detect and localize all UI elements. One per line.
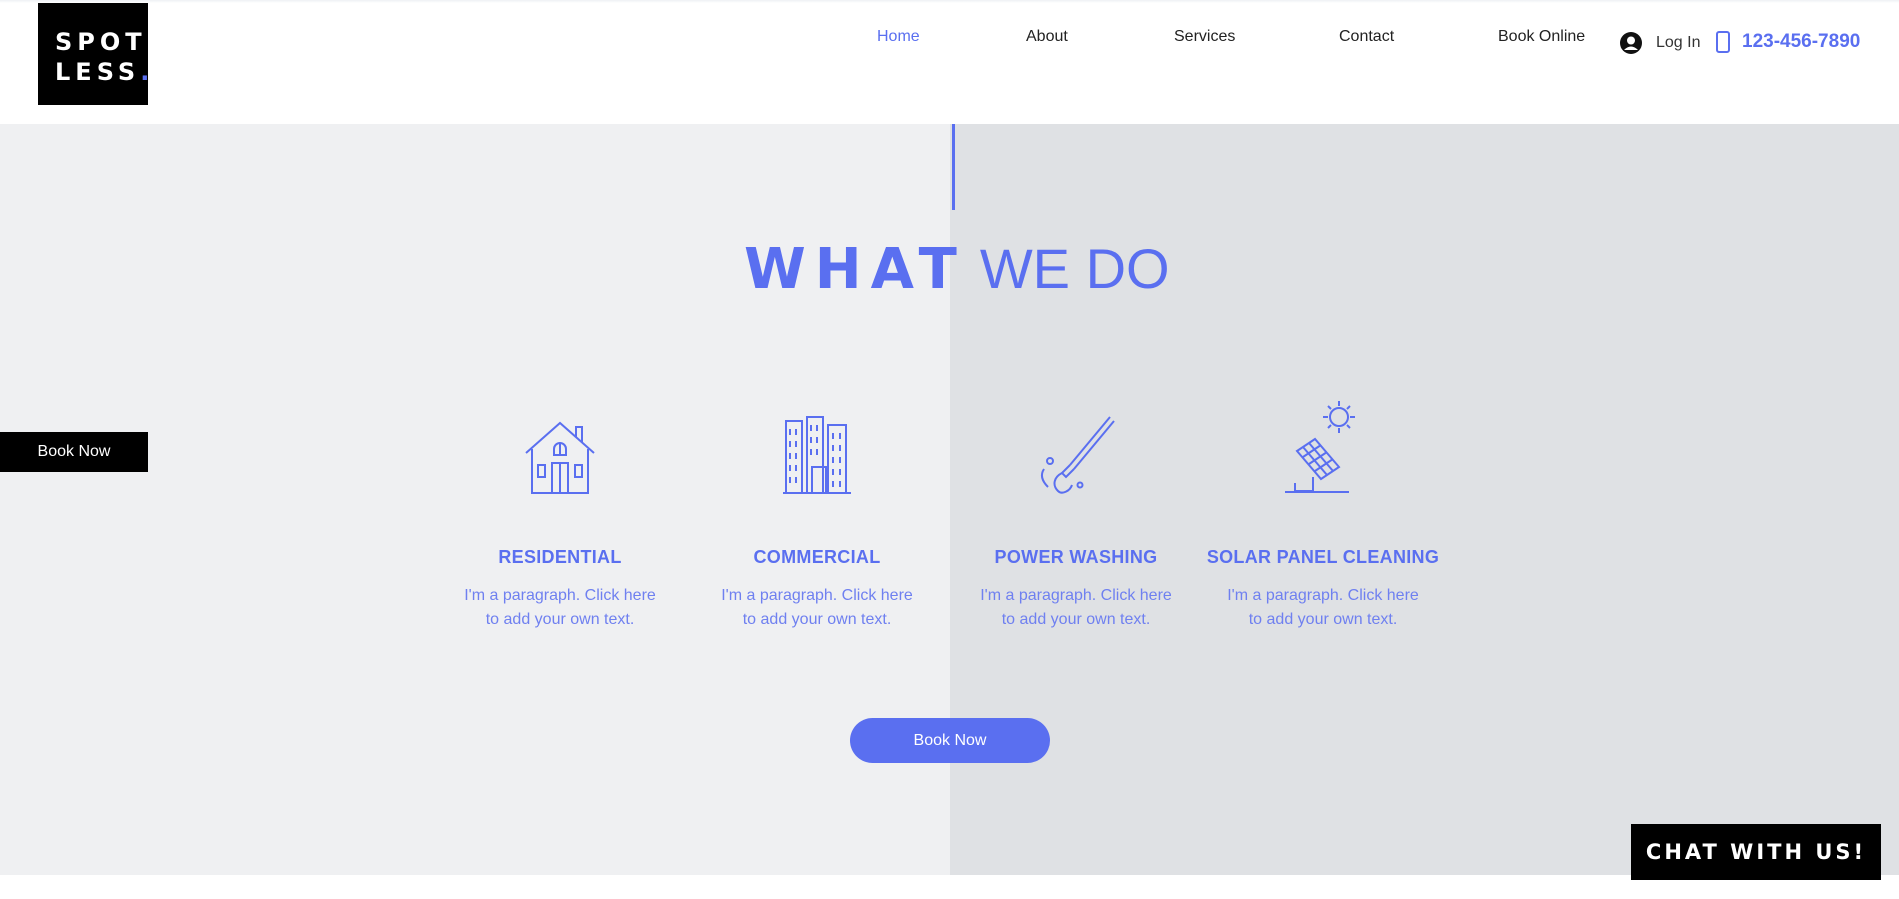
service-commercial[interactable]: COMMERCIAL I'm a paragraph. Click here t… [687, 395, 947, 632]
logo-line-2: LESS [55, 58, 141, 86]
power-washer-icon [1040, 416, 1115, 494]
nav-home[interactable]: Home [877, 28, 920, 46]
service-name: SOLAR PANEL CLEANING [1206, 547, 1440, 567]
login-label: Log In [1656, 34, 1701, 51]
logo-line-1: SPOT [55, 28, 147, 56]
buildings-icon [783, 416, 851, 494]
nav-contact[interactable]: Contact [1339, 28, 1394, 46]
book-now-side-button[interactable]: Book Now [0, 432, 148, 472]
service-description-line: to add your own text. [742, 611, 892, 628]
chat-with-us-button[interactable]: CHAT WITH US! [1631, 824, 1881, 880]
service-description: I'm a paragraph. Click here to add your … [946, 584, 1206, 632]
logo-dot: . [140, 58, 155, 86]
service-name: RESIDENTIAL [498, 547, 622, 567]
book-now-button[interactable]: Book Now [850, 718, 1050, 763]
service-description-line: I'm a paragraph. Click here [464, 587, 656, 604]
service-description: I'm a paragraph. Click here to add your … [687, 584, 947, 632]
service-name: COMMERCIAL [753, 547, 881, 567]
header-shadow [0, 0, 1899, 3]
service-name: POWER WASHING [994, 547, 1158, 567]
phone-icon [1716, 31, 1730, 53]
service-description-line: I'm a paragraph. Click here [980, 587, 1172, 604]
service-description-line: I'm a paragraph. Click here [721, 587, 913, 604]
house-icon [525, 421, 595, 494]
service-description-line: to add your own text. [485, 611, 635, 628]
service-description-line: to add your own text. [1001, 611, 1151, 628]
phone-link[interactable]: 123-456-7890 [1716, 31, 1860, 53]
service-solar-panel-cleaning[interactable]: SOLAR PANEL CLEANING I'm a paragraph. Cl… [1193, 395, 1453, 632]
nav-book-online[interactable]: Book Online [1498, 28, 1585, 46]
site-logo[interactable]: SPOT LESS. [38, 3, 149, 105]
site-header: SPOT LESS. Home About Services Contact B… [0, 0, 1899, 124]
service-description: I'm a paragraph. Click here to add your … [1193, 584, 1453, 632]
service-power-washing[interactable]: POWER WASHING I'm a paragraph. Click her… [946, 395, 1206, 632]
solar-panel-icon [1285, 401, 1355, 493]
vertical-accent-line [952, 124, 955, 210]
nav-about[interactable]: About [1026, 28, 1068, 46]
footer-strip [0, 875, 1899, 899]
login-button[interactable]: Log In [1620, 31, 1700, 55]
user-avatar-icon [1620, 32, 1642, 54]
service-residential[interactable]: RESIDENTIAL I'm a paragraph. Click here … [430, 395, 690, 632]
section-title-light: WE DO [979, 237, 1170, 300]
section-title-bold: WHAT [744, 237, 966, 302]
service-description: I'm a paragraph. Click here to add your … [430, 584, 690, 632]
nav-services[interactable]: Services [1174, 28, 1235, 46]
phone-number: 123-456-7890 [1742, 31, 1861, 52]
service-description-line: I'm a paragraph. Click here [1227, 587, 1419, 604]
section-title: WHAT WE DO [744, 236, 1170, 302]
service-description-line: to add your own text. [1248, 611, 1398, 628]
